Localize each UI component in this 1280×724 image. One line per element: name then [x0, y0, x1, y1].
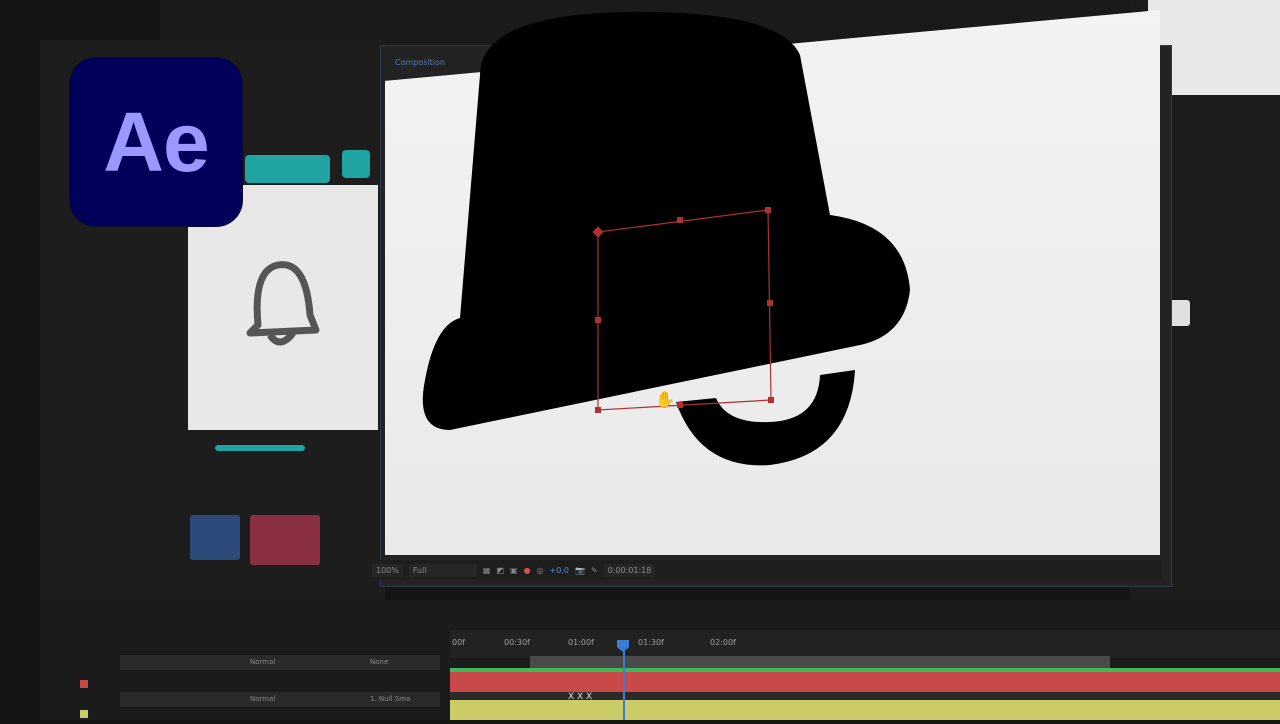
ruler-label: 01:30f: [638, 638, 664, 647]
layer-2-mode[interactable]: Normal: [250, 695, 275, 703]
layer-2-color-label[interactable]: [80, 710, 88, 718]
layer-row-2[interactable]: Normal 1. Null Sma: [120, 692, 440, 707]
resolution-select[interactable]: Full: [408, 563, 477, 577]
color-icon[interactable]: ●: [524, 566, 531, 575]
red-layer-track[interactable]: [450, 672, 1280, 694]
work-area-bar[interactable]: [530, 656, 1110, 668]
ruler-label: 00f: [452, 638, 465, 647]
snapshot-icon[interactable]: 📷: [575, 566, 585, 575]
composition-footer-bar: 100% Full ▦ ◩ ▣ ● ◎ +0,0 📷 ✎ 0:00:01:18: [372, 560, 1162, 580]
layer-row-1[interactable]: Normal None: [120, 655, 440, 670]
exposure-value[interactable]: +0,0: [550, 566, 569, 575]
reset-exposure-icon[interactable]: ◎: [537, 566, 544, 575]
logo-text: Ae: [103, 94, 209, 189]
layer-1-color-label[interactable]: [80, 680, 88, 688]
after-effects-logo: Ae: [70, 58, 242, 226]
hand-cursor-icon: ✋: [655, 390, 675, 409]
ruler-label: 02:00f: [710, 638, 736, 647]
ruler-label: 01:00f: [568, 638, 594, 647]
mask-icon[interactable]: ◩: [496, 566, 504, 575]
yellow-layer-track[interactable]: [450, 700, 1280, 720]
current-time-display[interactable]: 0:00:01:18: [603, 563, 656, 577]
region-icon[interactable]: ▣: [510, 566, 518, 575]
zoom-select[interactable]: 100%: [372, 563, 403, 577]
grid-icon[interactable]: ▦: [483, 566, 491, 575]
time-ruler[interactable]: 00f 00:30f 01:00f 01:30f 02:00f: [450, 630, 1280, 658]
playhead[interactable]: [623, 640, 625, 720]
ruler-label: 00:30f: [504, 638, 530, 647]
layer-1-mode[interactable]: Normal: [250, 658, 275, 666]
layer-1-parent[interactable]: None: [370, 658, 388, 666]
show-snapshot-icon[interactable]: ✎: [591, 566, 598, 575]
layer-2-parent[interactable]: 1. Null Sma: [370, 695, 410, 703]
